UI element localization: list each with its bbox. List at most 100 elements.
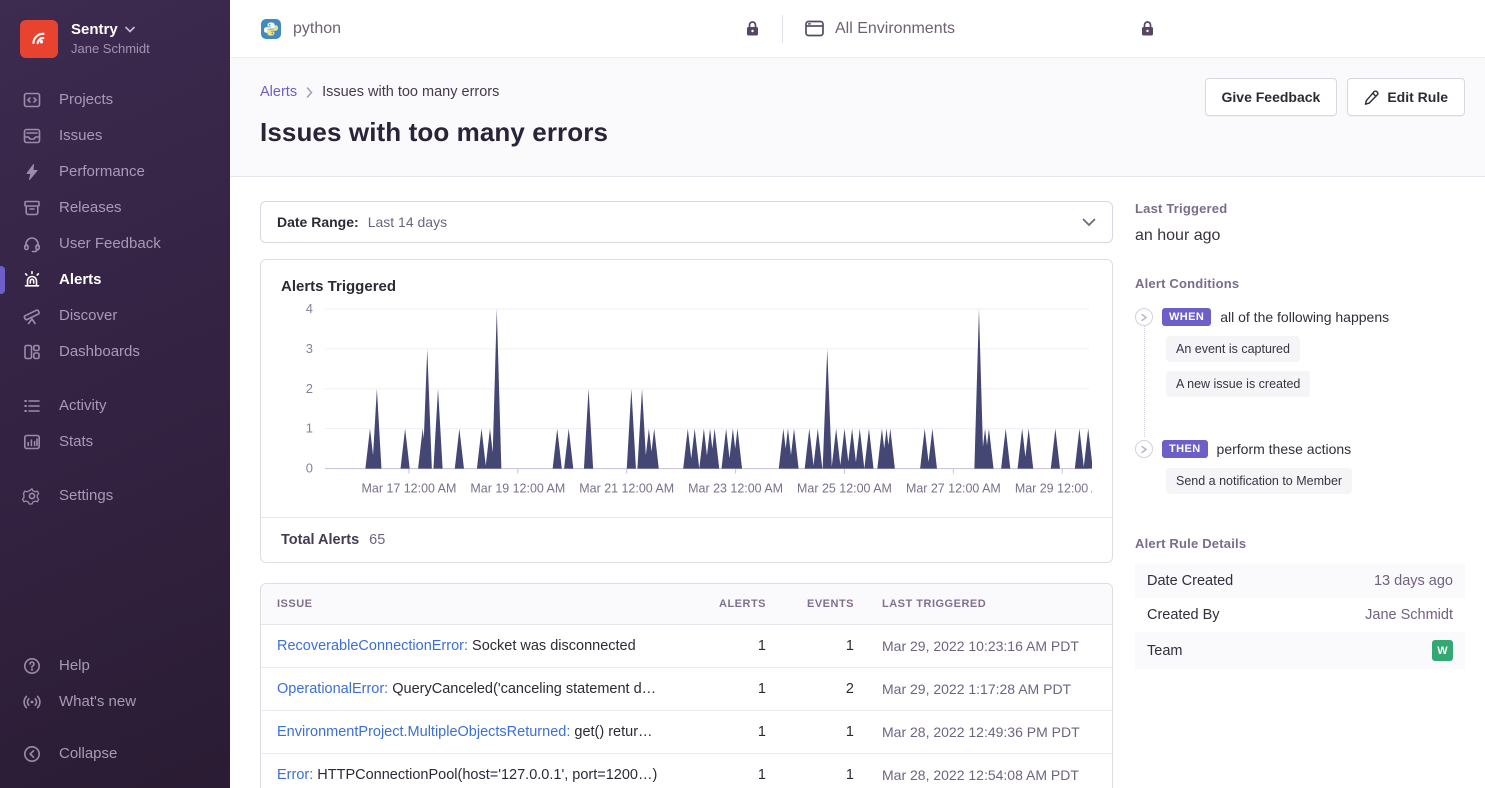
svg-text:2: 2	[306, 381, 313, 396]
team-badge[interactable]: W	[1432, 640, 1453, 661]
alert-conditions-heading: Alert Conditions	[1135, 276, 1465, 291]
alerts-count: 1	[684, 638, 766, 654]
sidebar-item-label: Collapse	[59, 744, 117, 764]
last-triggered-cell: Mar 28, 2022 12:54:08 AM PDT	[854, 767, 1096, 783]
sentry-logo-icon	[20, 20, 58, 58]
layout-icon	[22, 342, 42, 362]
sidebar-item-performance[interactable]: Performance	[0, 154, 230, 190]
python-project-icon	[260, 18, 282, 40]
alerts-chart-card: Alerts Triggered 01234Mar 17 12:00 AMMar…	[260, 259, 1113, 563]
last-triggered-value: an hour ago	[1135, 227, 1465, 245]
last-triggered-heading: Last Triggered	[1135, 201, 1465, 216]
question-circle-icon	[22, 656, 42, 676]
issue-description: HTTPConnectionPool(host='127.0.0.1', por…	[313, 767, 657, 783]
environment-window-icon	[805, 20, 824, 37]
gear-icon	[22, 486, 42, 506]
project-name[interactable]: python	[293, 20, 341, 38]
pencil-icon	[1364, 90, 1379, 105]
column-header-last-triggered: LAST TRIGGERED	[854, 598, 1096, 610]
events-count: 1	[766, 638, 854, 654]
table-row: RecoverableConnectionError: Socket was d…	[261, 625, 1112, 668]
date-range-select[interactable]: Date Range: Last 14 days	[260, 201, 1113, 243]
detail-label: Team	[1147, 643, 1182, 659]
collapse-icon	[22, 744, 42, 764]
issue-description: QueryCanceled('canceling statement d…	[388, 681, 656, 697]
condition-chip: A new issue is created	[1166, 371, 1310, 397]
table-row: EnvironmentProject.MultipleObjectsReturn…	[261, 711, 1112, 754]
environment-selector[interactable]: All Environments	[805, 20, 1155, 38]
then-badge: THEN	[1162, 440, 1208, 458]
sidebar-item-user-feedback[interactable]: User Feedback	[0, 226, 230, 262]
issues-table: ISSUEALERTSEVENTSLAST TRIGGERED Recovera…	[260, 583, 1113, 788]
issue-link[interactable]: EnvironmentProject.MultipleObjectsReturn…	[277, 724, 570, 740]
top-bar: python All Environments	[230, 0, 1485, 58]
issue-link[interactable]: Error:	[277, 767, 313, 783]
org-switcher[interactable]: Sentry Jane Schmidt	[0, 14, 230, 82]
svg-text:Mar 29 12:00 AM: Mar 29 12:00 AM	[1015, 482, 1092, 496]
sidebar-item-projects[interactable]: Projects	[0, 82, 230, 118]
alerts-count: 1	[684, 681, 766, 697]
sidebar-item-alerts[interactable]: Alerts	[0, 262, 230, 298]
alerts-triggered-chart: 01234Mar 17 12:00 AMMar 19 12:00 AMMar 2…	[281, 303, 1092, 513]
environment-name[interactable]: All Environments	[835, 20, 955, 38]
total-alerts-value: 65	[369, 532, 385, 548]
svg-text:0: 0	[306, 461, 313, 476]
edit-rule-label: Edit Rule	[1387, 89, 1448, 105]
sidebar-item-label: Discover	[59, 306, 117, 326]
sidebar-item-label: Dashboards	[59, 342, 140, 362]
sidebar-item-label: Performance	[59, 162, 145, 182]
edit-rule-button[interactable]: Edit Rule	[1347, 78, 1465, 116]
chevron-down-icon	[1082, 218, 1096, 227]
issue-link[interactable]: RecoverableConnectionError:	[277, 638, 468, 654]
project-lock-icon[interactable]	[745, 20, 760, 37]
sidebar-item-issues[interactable]: Issues	[0, 118, 230, 154]
sidebar-item-discover[interactable]: Discover	[0, 298, 230, 334]
events-count: 1	[766, 767, 854, 783]
page-header: Alerts Issues with too many errors Give …	[230, 58, 1485, 177]
issue-link[interactable]: OperationalError:	[277, 681, 388, 697]
issue-cell: EnvironmentProject.MultipleObjectsReturn…	[277, 724, 684, 740]
svg-text:Mar 27 12:00 AM: Mar 27 12:00 AM	[906, 482, 1001, 496]
alert-rule-details-heading: Alert Rule Details	[1135, 536, 1465, 551]
issues-icon	[22, 126, 42, 146]
sidebar-item-settings[interactable]: Settings	[0, 478, 230, 514]
sidebar-item-releases[interactable]: Releases	[0, 190, 230, 226]
date-range-label: Date Range:	[277, 214, 359, 230]
sidebar-item-whats-new[interactable]: What's new	[0, 684, 230, 720]
sidebar-item-activity[interactable]: Activity	[0, 388, 230, 424]
column-header-alerts: ALERTS	[684, 598, 766, 610]
siren-icon	[22, 270, 42, 290]
headset-icon	[22, 234, 42, 254]
table-row: OperationalError: QueryCanceled('canceli…	[261, 668, 1112, 711]
issue-cell: OperationalError: QueryCanceled('canceli…	[277, 681, 684, 697]
svg-text:Mar 21 12:00 AM: Mar 21 12:00 AM	[579, 482, 674, 496]
sidebar-item-help[interactable]: Help	[0, 648, 230, 684]
list-icon	[22, 396, 42, 416]
svg-text:Mar 23 12:00 AM: Mar 23 12:00 AM	[688, 482, 783, 496]
give-feedback-button[interactable]: Give Feedback	[1205, 78, 1338, 116]
events-count: 1	[766, 724, 854, 740]
when-badge: WHEN	[1162, 308, 1211, 326]
issue-description: get() retur…	[570, 724, 652, 740]
alert-condition-when: WHEN all of the following happens An eve…	[1135, 308, 1465, 437]
user-name: Jane Schmidt	[71, 41, 150, 57]
give-feedback-label: Give Feedback	[1222, 89, 1321, 105]
sidebar-item-stats[interactable]: Stats	[0, 424, 230, 460]
sidebar-item-collapse[interactable]: Collapse	[0, 736, 230, 772]
environment-lock-icon[interactable]	[1140, 20, 1155, 37]
column-header-events: EVENTS	[766, 598, 854, 610]
sidebar-item-dashboards[interactable]: Dashboards	[0, 334, 230, 370]
detail-value: 13 days ago	[1374, 573, 1453, 589]
project-selector[interactable]: python	[260, 18, 760, 40]
column-header-issue: ISSUE	[277, 598, 684, 610]
breadcrumb-alerts-link[interactable]: Alerts	[260, 84, 297, 100]
then-text: perform these actions	[1217, 441, 1352, 457]
sidebar-item-label: Activity	[59, 396, 107, 416]
alerts-count: 1	[684, 724, 766, 740]
bar-chart-icon	[22, 432, 42, 452]
breadcrumb-current: Issues with too many errors	[322, 84, 499, 100]
page-title: Issues with too many errors	[260, 117, 1465, 148]
chevron-down-icon	[125, 26, 135, 33]
sidebar-item-label: Alerts	[59, 270, 102, 290]
issues-table-header: ISSUEALERTSEVENTSLAST TRIGGERED	[261, 584, 1112, 625]
